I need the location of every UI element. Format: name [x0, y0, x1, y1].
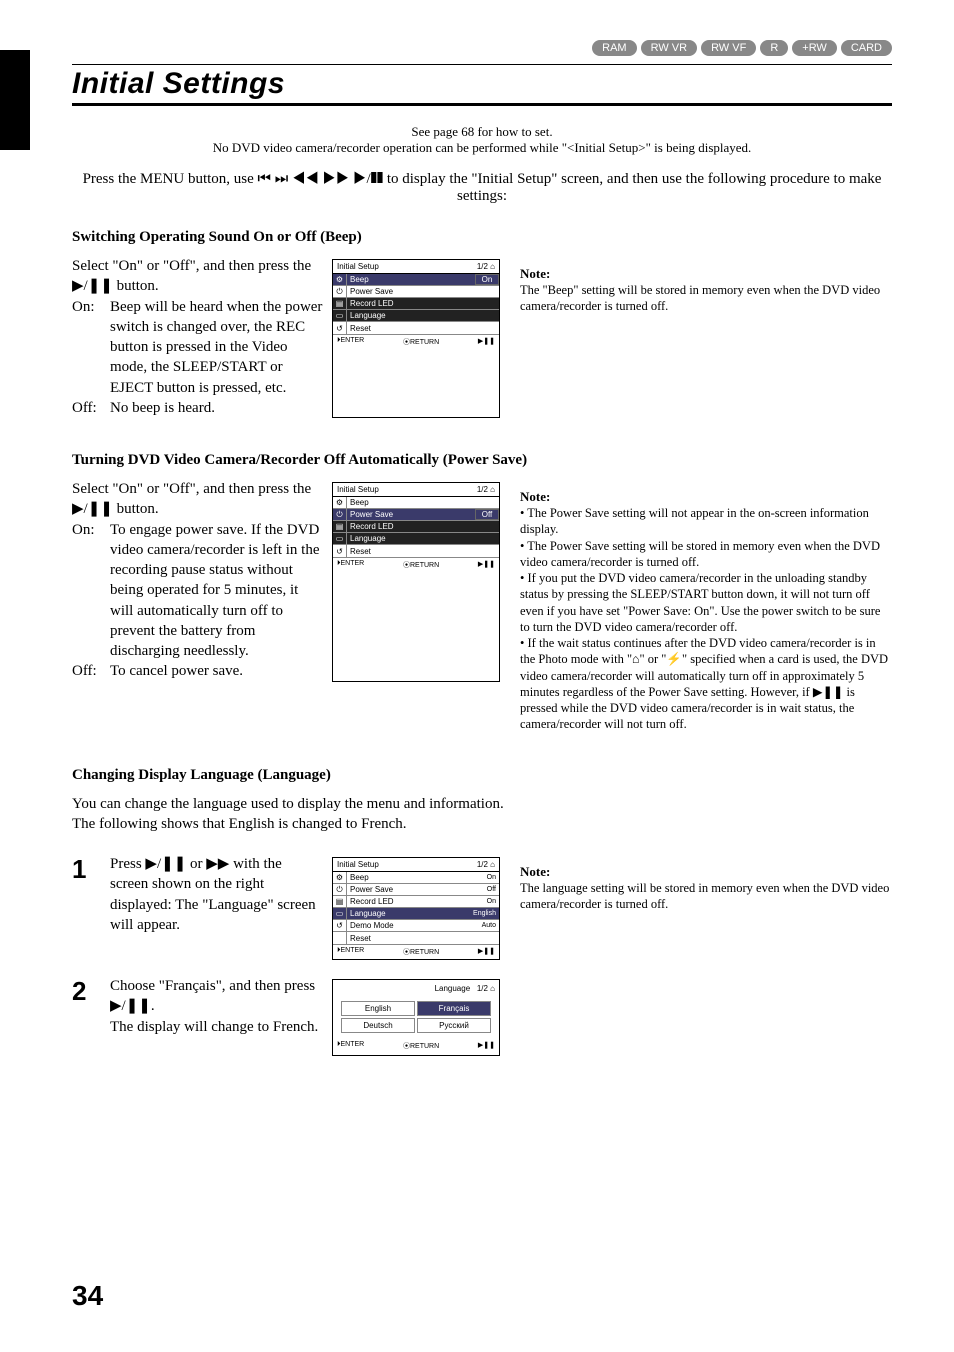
see-page-note: See page 68 for how to set. No DVD video… — [72, 124, 892, 156]
lang-screen-2: Language 1/2 ⌂ English Français Deutsch … — [332, 979, 500, 1056]
step-1-num: 1 — [72, 854, 98, 960]
power-notes: Note: • The Power Save setting will not … — [520, 489, 892, 733]
power-intro: Select "On" or "Off", and then press the… — [72, 479, 324, 520]
power-heading: Turning DVD Video Camera/Recorder Off Au… — [72, 452, 892, 469]
power-off-text: To cancel power save. — [110, 661, 324, 681]
badge-ram: RAM — [592, 40, 636, 56]
step-2-text: Choose "Français", and then press ▶/❚❚. … — [110, 976, 320, 1056]
step-2-num: 2 — [72, 976, 98, 1056]
power-on-text: To engage power save. If the DVD video c… — [110, 520, 324, 662]
menu-instruction: Press the MENU button, use ⏮ ⏭ ◀◀ ▶▶ ▶/❚… — [72, 170, 892, 205]
badge-r: R — [760, 40, 788, 56]
lang-intro: You can change the language used to disp… — [72, 794, 892, 835]
lang-note: Note: The language setting will be store… — [520, 864, 892, 913]
lang-heading: Changing Display Language (Language) — [72, 767, 892, 784]
beep-off-text: No beep is heard. — [110, 398, 324, 418]
beep-screen: Initial Setup1/2 ⌂ ⚙BeepOn ⏻Power Save ▤… — [332, 259, 500, 418]
power-on-label: On: — [72, 520, 110, 662]
format-badges: RAM RW VR RW VF R +RW CARD — [72, 40, 892, 56]
power-off-label: Off: — [72, 661, 110, 681]
beep-heading: Switching Operating Sound On or Off (Bee… — [72, 229, 892, 246]
badge-rwvf: RW VF — [701, 40, 756, 56]
beep-on-label: On: — [72, 297, 110, 398]
page-title: Initial Settings — [72, 67, 892, 101]
badge-rw: +RW — [792, 40, 837, 56]
page-number: 34 — [72, 1280, 103, 1312]
badge-rwvr: RW VR — [641, 40, 697, 56]
beep-intro: Select "On" or "Off", and then press the… — [72, 256, 324, 297]
beep-off-label: Off: — [72, 398, 110, 418]
badge-card: CARD — [841, 40, 892, 56]
beep-on-text: Beep will be heard when the power switch… — [110, 297, 324, 398]
step-1-text: Press ▶/❚❚ or ▶▶ with the screen shown o… — [110, 854, 320, 960]
lang-screen-1: Initial Setup1/2 ⌂ ⚙BeepOn ⏻Power SaveOf… — [332, 857, 500, 960]
beep-note: Note: The "Beep" setting will be stored … — [520, 266, 892, 315]
power-screen: Initial Setup1/2 ⌂ ⚙Beep ⏻Power SaveOff … — [332, 482, 500, 682]
